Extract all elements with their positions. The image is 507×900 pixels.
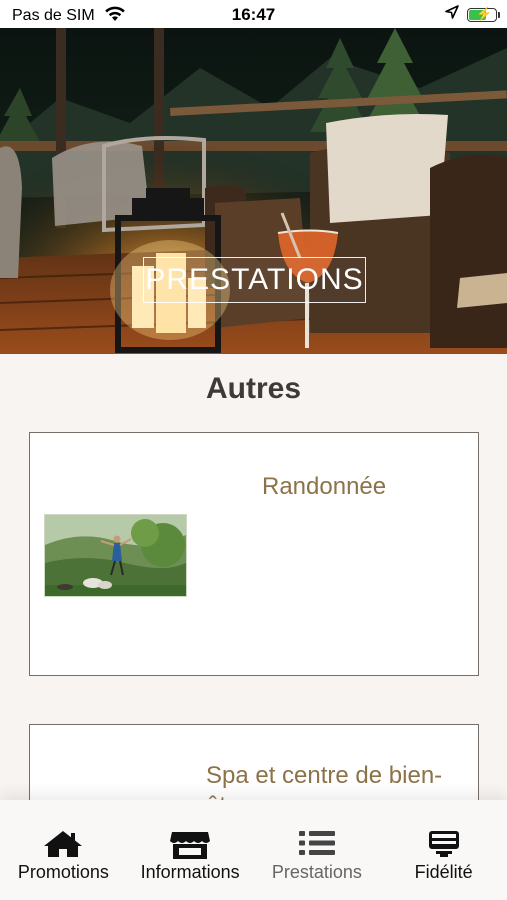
hiking-thumbnail: [44, 514, 187, 597]
app-screen: Pas de SIM 16:47 ⚡ PRESTATIONS Autres Ra…: [0, 0, 507, 900]
loyalty-card-icon: [380, 830, 507, 860]
location-arrow-icon: [445, 5, 459, 24]
status-right: ⚡: [445, 5, 500, 24]
tab-prestations[interactable]: Prestations: [254, 800, 381, 900]
tab-fidelite[interactable]: Fidélité: [380, 800, 507, 900]
clock: 16:47: [231, 5, 276, 24]
tab-label: Promotions: [17, 862, 109, 882]
home-icon: [0, 830, 127, 860]
tab-informations[interactable]: Informations: [127, 800, 254, 900]
hero-banner: PRESTATIONS: [0, 28, 507, 354]
tab-promotions[interactable]: Promotions: [0, 800, 127, 900]
bottom-tab-bar: Promotions Informations Prestations Fidé…: [0, 800, 507, 900]
tab-label: Fidélité: [414, 862, 473, 882]
list-icon: [254, 830, 381, 860]
service-card-randonnee[interactable]: Randonnée: [29, 432, 479, 676]
store-icon: [127, 830, 254, 860]
tab-label: Informations: [140, 862, 240, 882]
status-bar: Pas de SIM 16:47 ⚡: [0, 0, 507, 28]
section-heading: Autres: [205, 372, 302, 405]
card-title: Randonnée: [262, 473, 387, 500]
hero-title: PRESTATIONS: [143, 257, 366, 303]
battery-charging-icon: ⚡: [467, 6, 500, 22]
tab-label: Prestations: [271, 862, 362, 882]
terrace-photo: [0, 28, 507, 354]
